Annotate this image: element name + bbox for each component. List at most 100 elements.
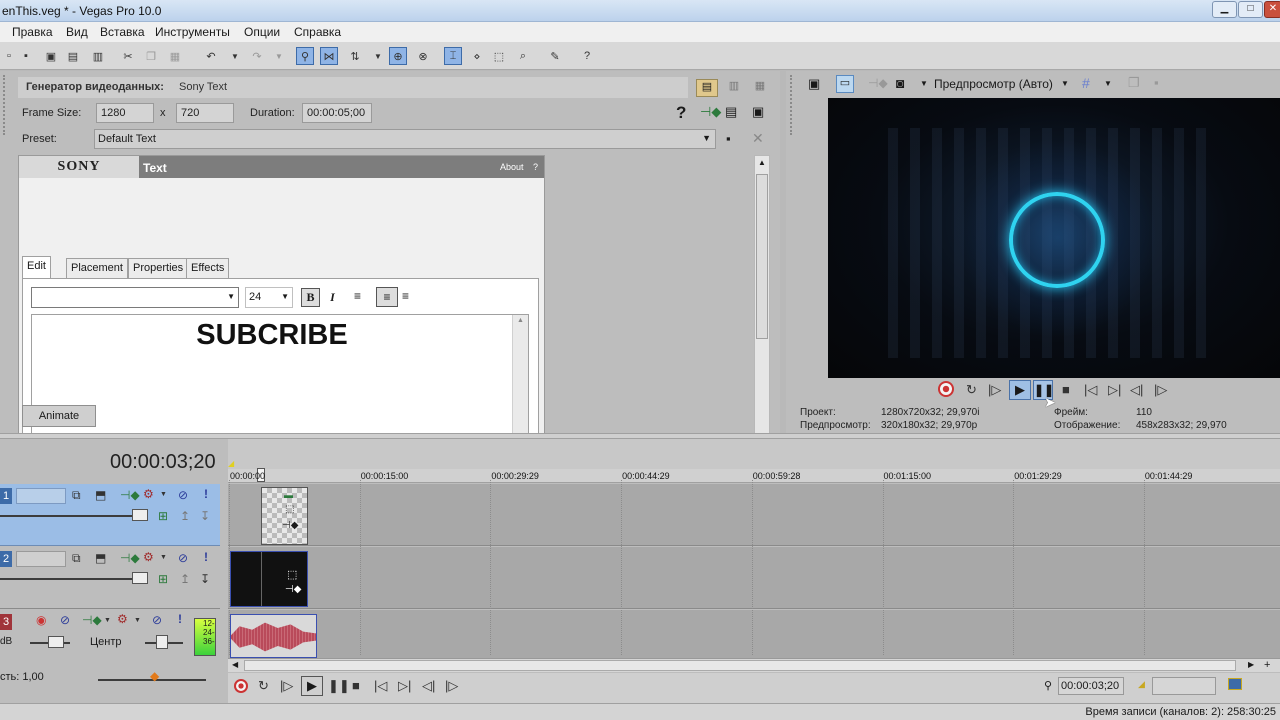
play-from-start-icon[interactable]: |▷ [988, 382, 1001, 398]
audio-event-clip[interactable] [230, 614, 317, 658]
opacity-slider[interactable] [0, 578, 148, 580]
scroll-thumb[interactable] [244, 660, 1236, 671]
envelope-edit-tool-icon[interactable]: ⋄ [468, 47, 486, 65]
selection-edit-tool-icon[interactable]: ⬚ [490, 47, 508, 65]
external-monitor-icon[interactable]: ▭ [836, 75, 854, 93]
chevron-down-icon[interactable]: ▼ [134, 617, 141, 624]
chevron-down-icon[interactable]: ▼ [1061, 79, 1069, 88]
animate-button[interactable]: Animate [22, 405, 96, 427]
gear-icon[interactable]: ⚙ [117, 612, 128, 626]
zoom-in-icon[interactable]: + [1264, 659, 1270, 671]
undo-icon[interactable]: ↶ [202, 47, 220, 65]
render-icon[interactable]: ▤ [64, 47, 82, 65]
text-event-clip[interactable]: ▬ ⬚ ⊣◆ [261, 487, 308, 545]
redo-dropdown-icon[interactable]: ▼ [270, 47, 288, 65]
menu-insert[interactable]: Вставка [100, 25, 145, 39]
scroll-up-icon[interactable]: ▲ [758, 158, 766, 167]
solo-icon[interactable]: ! [204, 487, 208, 501]
redo-icon[interactable]: ↷ [248, 47, 266, 65]
go-to-start-icon[interactable]: |◁ [374, 678, 387, 694]
scroll-left-icon[interactable]: ◀ [232, 660, 238, 669]
about-help-icon[interactable]: ? [533, 162, 538, 172]
opacity-slider[interactable] [0, 515, 148, 517]
font-select[interactable]: ▼ [31, 287, 239, 308]
play-button[interactable]: ▶ [1009, 380, 1031, 400]
save-as-icon[interactable]: ▣ [42, 47, 60, 65]
frame-height-field[interactable]: 720 [176, 103, 234, 123]
mute-icon[interactable]: ⊘ [178, 488, 188, 502]
scroll-right-icon[interactable]: ▶ [1248, 660, 1254, 669]
menu-view[interactable]: Вид [66, 25, 88, 39]
event-pan-crop-icon[interactable]: ⬚ [285, 504, 294, 515]
volume-slider-handle[interactable] [48, 636, 64, 648]
play-button[interactable]: ▶ [301, 676, 323, 696]
marker-bar[interactable] [228, 439, 1280, 469]
next-frame-icon[interactable]: |▷ [445, 678, 458, 694]
make-parent-icon[interactable]: ↥ [180, 572, 190, 586]
chevron-down-icon[interactable]: ▼ [160, 491, 167, 498]
undo-dropdown-icon[interactable]: ▼ [226, 47, 244, 65]
track-2-header[interactable]: 2 ⧉ ⬒ ⊣◆ ⚙ ▼ ⊘ ! ⊞ ↥ ↧ [0, 547, 220, 609]
loop-playback-icon[interactable]: ↻ [966, 382, 977, 398]
save-icon[interactable]: ▪ [17, 47, 35, 65]
next-frame-icon[interactable]: |▷ [1154, 382, 1167, 398]
gear-icon[interactable]: ⚙ [143, 487, 154, 501]
ignore-grouping-icon[interactable]: ⊗ [414, 47, 432, 65]
view-icon-list[interactable]: ▤ [696, 79, 718, 97]
track-3-header[interactable]: 3 ◉ ⊘ ⊣◆ ▼ ⚙ ▼ ⊘ ! dB Центр 12- 24- 36- [0, 610, 220, 658]
duration-field[interactable]: 00:00:05;00 [302, 103, 372, 123]
track-fx-icon[interactable]: ⊣◆ [82, 613, 102, 627]
go-to-end-icon[interactable]: ▷| [398, 678, 411, 694]
track-fx-icon[interactable]: ⊣◆ [120, 551, 140, 565]
go-to-end-icon[interactable]: ▷| [1108, 382, 1121, 398]
timeline-scrollbar[interactable]: ◀ ▶ + [228, 658, 1280, 672]
composite-mode-icon[interactable]: ⧉ [72, 488, 81, 503]
align-left-icon[interactable]: ≡ [354, 289, 361, 303]
tab-edit[interactable]: Edit [22, 256, 51, 278]
cursor-position-field[interactable]: 00:00:03;20 [1058, 677, 1124, 695]
tab-effects[interactable]: Effects [186, 258, 230, 278]
normal-edit-tool-icon[interactable]: ⌶ [444, 47, 462, 65]
menu-tools[interactable]: Инструменты [155, 25, 230, 39]
arm-record-icon[interactable]: ◉ [36, 613, 46, 627]
make-parent-icon[interactable]: ↥ [180, 509, 190, 523]
menu-options[interactable]: Опции [244, 25, 280, 39]
stop-icon[interactable]: ■ [1062, 382, 1070, 397]
opacity-slider-handle[interactable] [132, 509, 148, 521]
about-link[interactable]: About [500, 162, 524, 172]
save-snapshot-icon[interactable]: ▪ [1154, 75, 1159, 90]
opacity-slider-handle[interactable] [132, 572, 148, 584]
auto-crossfade-icon[interactable]: ⋈ [320, 47, 338, 65]
chevron-down-icon[interactable]: ▼ [160, 554, 167, 561]
preset-select[interactable]: Default Text ▼ [94, 129, 716, 149]
mute-icon[interactable]: ⊘ [178, 551, 188, 565]
split-screen-view-icon[interactable]: ◙ [896, 75, 904, 91]
maximize-button[interactable]: □ [1238, 1, 1263, 18]
gear-icon[interactable]: ⚙ [143, 550, 154, 564]
solo-icon[interactable]: ! [178, 612, 182, 626]
preview-properties-icon[interactable]: ▣ [808, 76, 820, 92]
minimize-button[interactable]: ▁ [1212, 1, 1237, 18]
video-event-clip[interactable]: ⬚ ⊣◆ [230, 551, 308, 607]
view-icon-details[interactable]: ▥ [724, 79, 744, 97]
cut-icon[interactable]: ✂ [119, 47, 137, 65]
track-fx-icon[interactable]: ⊣◆ [120, 488, 140, 502]
overlays-icon[interactable]: # [1082, 75, 1090, 91]
chevron-down-icon[interactable]: ▼ [920, 79, 928, 88]
track-name-field[interactable] [16, 551, 66, 567]
chevron-down-icon[interactable]: ▼ [104, 617, 111, 624]
scroll-up-icon[interactable]: ▲ [517, 317, 524, 324]
snapping-icon[interactable]: ⚲ [296, 47, 314, 65]
chevron-down-icon[interactable]: ▼ [1104, 79, 1112, 88]
enable-snapping-icon[interactable]: ✎ [546, 47, 564, 65]
rate-slider-handle[interactable]: ◆ [150, 669, 159, 683]
parent-track-icon[interactable]: ⊞ [158, 572, 168, 586]
copy-icon[interactable]: ❐ [142, 47, 160, 65]
align-right-icon[interactable]: ≡ [402, 289, 409, 303]
track-1-header[interactable]: 1 ⧉ ⬒ ⊣◆ ⚙ ▼ ⊘ ! ⊞ ↥ ↧ [0, 484, 220, 546]
bold-button[interactable]: B [301, 288, 320, 307]
stop-icon[interactable]: ■ [352, 678, 360, 693]
zoom-tool-icon[interactable]: ⌕ [514, 47, 532, 65]
composite-mode-icon[interactable]: ⧉ [72, 551, 81, 566]
invert-phase-icon[interactable]: ⊘ [60, 613, 70, 627]
